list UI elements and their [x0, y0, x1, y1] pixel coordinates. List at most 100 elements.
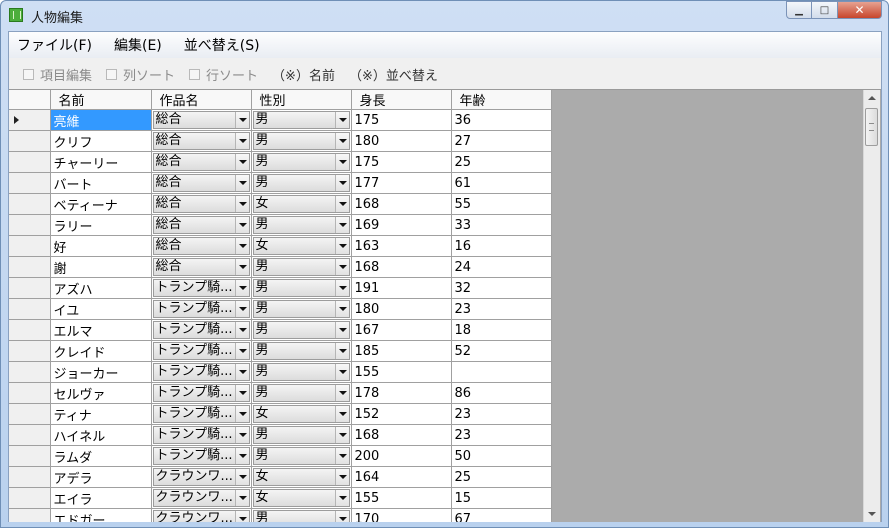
cell-height[interactable]: 170 — [351, 508, 452, 522]
cell-height[interactable]: 175 — [351, 109, 452, 131]
table-row[interactable]: アデラ クラウンワ... 女 164 25 — [9, 466, 552, 488]
cell-age[interactable]: 24 — [451, 256, 552, 278]
cell-work[interactable]: トランプ騎... — [151, 340, 252, 362]
table-row[interactable]: エドガー クラウンワ... 男 170 67 — [9, 508, 552, 522]
dropdown-arrow-icon[interactable] — [334, 385, 349, 401]
cell-gender[interactable]: 男 — [251, 298, 352, 320]
cell-age[interactable]: 27 — [451, 130, 552, 152]
row-header[interactable] — [9, 277, 51, 299]
cell-height[interactable]: 167 — [351, 319, 452, 341]
cell-name[interactable]: ラムダ — [50, 445, 152, 467]
cell-gender-combobox[interactable]: 男 — [252, 111, 350, 129]
menu-edit[interactable]: 編集(E) — [114, 35, 162, 55]
cell-work-combobox[interactable]: 総合 — [152, 153, 250, 171]
cell-height[interactable]: 177 — [351, 172, 452, 194]
cell-gender[interactable]: 女 — [251, 193, 352, 215]
table-row[interactable]: バート 総合 男 177 61 — [9, 172, 552, 194]
minimize-button[interactable]: ▁ — [786, 1, 812, 19]
cell-age[interactable]: 61 — [451, 172, 552, 194]
dropdown-arrow-icon[interactable] — [234, 133, 249, 149]
row-header[interactable] — [9, 340, 51, 362]
cell-name[interactable]: エイラ — [50, 487, 152, 509]
dropdown-arrow-icon[interactable] — [234, 343, 249, 359]
dropdown-arrow-icon[interactable] — [234, 196, 249, 212]
cell-gender[interactable]: 女 — [251, 235, 352, 257]
column-header-gender[interactable]: 性別 — [251, 90, 352, 110]
cell-height[interactable]: 164 — [351, 466, 452, 488]
cell-gender-combobox[interactable]: 男 — [252, 132, 350, 150]
dropdown-arrow-icon[interactable] — [334, 364, 349, 380]
cell-gender-combobox[interactable]: 男 — [252, 363, 350, 381]
row-header[interactable] — [9, 508, 51, 522]
cell-work-combobox[interactable]: 総合 — [152, 111, 250, 129]
cell-name[interactable]: ティナ — [50, 403, 152, 425]
close-button[interactable]: ✕ — [838, 1, 882, 19]
cell-gender-combobox[interactable]: 女 — [252, 195, 350, 213]
cell-work[interactable]: 総合 — [151, 130, 252, 152]
cell-work[interactable]: トランプ騎... — [151, 424, 252, 446]
cell-height[interactable]: 185 — [351, 340, 452, 362]
cell-name[interactable]: ジョーカー — [50, 361, 152, 383]
row-header[interactable] — [9, 466, 51, 488]
cell-height[interactable]: 155 — [351, 487, 452, 509]
cell-age[interactable]: 50 — [451, 445, 552, 467]
cell-age[interactable] — [451, 361, 552, 383]
dropdown-arrow-icon[interactable] — [234, 385, 249, 401]
cell-work-combobox[interactable]: 総合 — [152, 258, 250, 276]
cell-gender[interactable]: 男 — [251, 340, 352, 362]
cell-gender[interactable]: 男 — [251, 319, 352, 341]
title-bar[interactable]: 人物編集 ▁ □ ✕ — [1, 1, 888, 31]
cell-gender[interactable]: 男 — [251, 130, 352, 152]
cell-gender[interactable]: 女 — [251, 487, 352, 509]
table-row[interactable]: ラリー 総合 男 169 33 — [9, 214, 552, 236]
cell-work[interactable]: トランプ騎... — [151, 403, 252, 425]
cell-name[interactable]: クレイド — [50, 340, 152, 362]
cell-gender[interactable]: 男 — [251, 214, 352, 236]
table-row[interactable]: ベティーナ 総合 女 168 55 — [9, 193, 552, 215]
dropdown-arrow-icon[interactable] — [334, 322, 349, 338]
menu-sort[interactable]: 並べ替え(S) — [184, 35, 260, 55]
cell-work-combobox[interactable]: トランプ騎... — [152, 321, 250, 339]
dropdown-arrow-icon[interactable] — [334, 238, 349, 254]
cell-name[interactable]: エルマ — [50, 319, 152, 341]
cell-age[interactable]: 33 — [451, 214, 552, 236]
cell-name[interactable]: ハイネル — [50, 424, 152, 446]
dropdown-arrow-icon[interactable] — [334, 133, 349, 149]
cell-gender-combobox[interactable]: 女 — [252, 405, 350, 423]
row-header[interactable] — [9, 424, 51, 446]
table-row[interactable]: ハイネル トランプ騎... 男 168 23 — [9, 424, 552, 446]
cell-work-combobox[interactable]: トランプ騎... — [152, 342, 250, 360]
table-row[interactable]: 亮維 総合 男 175 36 — [9, 109, 552, 131]
dropdown-arrow-icon[interactable] — [334, 406, 349, 422]
cell-name[interactable]: 謝 — [50, 256, 152, 278]
cell-work[interactable]: トランプ騎... — [151, 382, 252, 404]
dropdown-arrow-icon[interactable] — [234, 322, 249, 338]
item-edit-checkbox[interactable]: 項目編集 — [23, 65, 92, 84]
dropdown-arrow-icon[interactable] — [334, 301, 349, 317]
column-header-height[interactable]: 身長 — [351, 90, 452, 110]
cell-gender-combobox[interactable]: 女 — [252, 237, 350, 255]
cell-gender[interactable]: 男 — [251, 109, 352, 131]
cell-gender[interactable]: 男 — [251, 277, 352, 299]
row-header[interactable] — [9, 487, 51, 509]
cell-work[interactable]: 総合 — [151, 109, 252, 131]
cell-work[interactable]: 総合 — [151, 172, 252, 194]
table-row[interactable]: 謝総合 男 168 24 — [9, 256, 552, 278]
cell-work-combobox[interactable]: クラウンワ... — [152, 468, 250, 486]
column-header-age[interactable]: 年齢 — [451, 90, 552, 110]
dropdown-arrow-icon[interactable] — [334, 175, 349, 191]
row-header[interactable] — [9, 214, 51, 236]
dropdown-arrow-icon[interactable] — [334, 112, 349, 128]
dropdown-arrow-icon[interactable] — [334, 427, 349, 443]
maximize-button[interactable]: □ — [812, 1, 838, 19]
cell-gender-combobox[interactable]: 男 — [252, 447, 350, 465]
cell-age[interactable]: 18 — [451, 319, 552, 341]
dropdown-arrow-icon[interactable] — [234, 112, 249, 128]
dropdown-arrow-icon[interactable] — [334, 217, 349, 233]
cell-gender-combobox[interactable]: 男 — [252, 300, 350, 318]
table-row[interactable]: ラムダ トランプ騎... 男 200 50 — [9, 445, 552, 467]
cell-work[interactable]: 総合 — [151, 193, 252, 215]
cell-work[interactable]: トランプ騎... — [151, 361, 252, 383]
table-row[interactable]: セルヴァ トランプ騎... 男 178 86 — [9, 382, 552, 404]
row-header[interactable] — [9, 319, 51, 341]
